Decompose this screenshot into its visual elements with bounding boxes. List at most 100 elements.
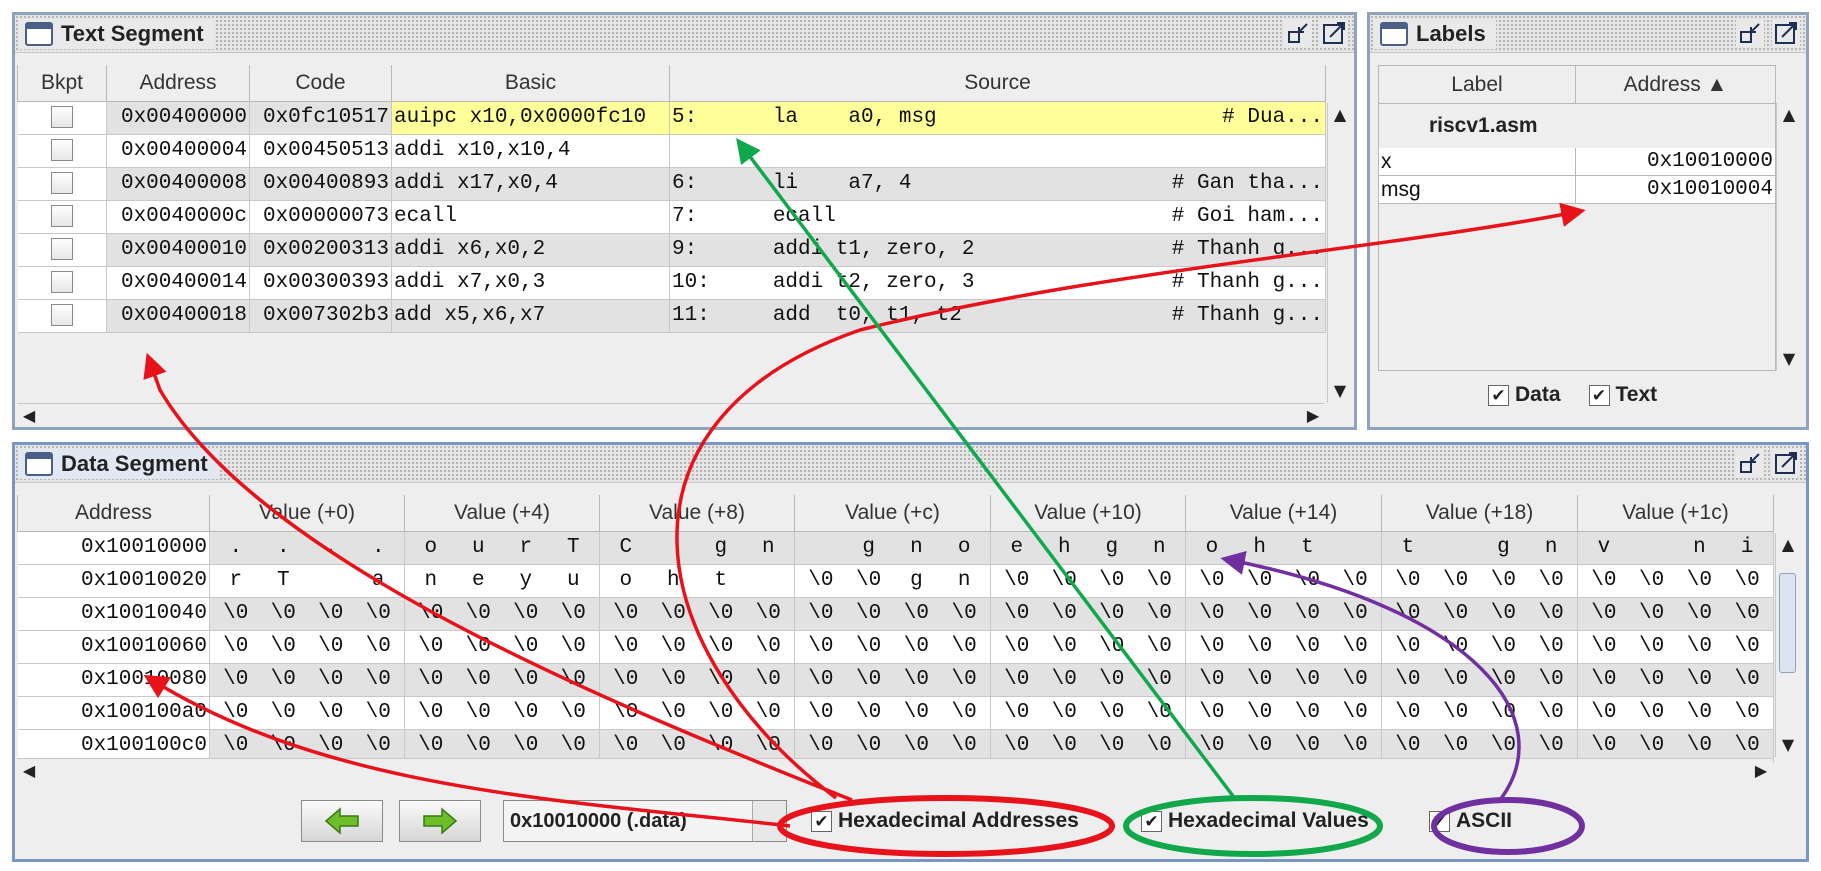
value-cell[interactable]: \0 \0 \0 \0 [794, 597, 991, 631]
table-row[interactable]: 0x00400008 0x00400893 addi x17,x0,4 6: li a… [17, 167, 1326, 201]
value-cell[interactable]: \0 \0 \0 \0 [1381, 630, 1578, 664]
value-cell[interactable]: \0 \0 \0 \0 [1185, 564, 1382, 598]
bkpt-cell[interactable] [17, 167, 107, 201]
value-cell[interactable]: \0 \0 g n [794, 564, 991, 598]
value-cell[interactable]: \0 \0 \0 \0 [1381, 663, 1578, 697]
bkpt-cell[interactable] [17, 299, 107, 333]
value-cell[interactable]: tgn [1381, 531, 1578, 565]
value-cell[interactable]: \0 \0 \0 \0 [990, 696, 1186, 730]
value-cell[interactable]: \0 \0 \0 \0 [1381, 564, 1578, 598]
data-segment-horizontal-scrollbar[interactable]: ◀ ▶ [17, 758, 1773, 782]
scroll-up-icon[interactable]: ▲ [1776, 533, 1800, 557]
value-cell[interactable]: neyu [404, 564, 600, 598]
bkpt-cell[interactable] [17, 266, 107, 300]
text-segment-vertical-scrollbar[interactable]: ▲ ▼ [1327, 103, 1351, 403]
table-row[interactable]: 0x100100a0 \0 \0 \0 \0 \0 \0 \0 \0 \0 \0 \0 \0 \0 \0 \0… [17, 696, 1774, 730]
value-cell[interactable]: vni [1577, 531, 1774, 565]
value-cell[interactable]: \0 \0 \0 \0 [209, 597, 405, 631]
value-cell[interactable]: \0 \0 \0 \0 [1185, 630, 1382, 664]
table-row[interactable]: 0x00400004 0x00450513 addi x10,x10,4 [17, 134, 1326, 168]
column-header-value[interactable]: Value (+10) [990, 495, 1186, 532]
value-cell[interactable]: .... [209, 531, 405, 565]
text-checkbox[interactable]: ✔ Text [1588, 383, 1657, 407]
column-header-value[interactable]: Value (+8) [599, 495, 795, 532]
scroll-left-icon[interactable]: ◀ [17, 759, 41, 783]
bkpt-cell[interactable] [17, 101, 107, 135]
data-segment-vertical-scrollbar[interactable]: ▲ ▼ [1775, 533, 1799, 757]
table-row[interactable]: 0x00400014 0x00300393 addi x7,x0,3 10: addi… [17, 266, 1326, 300]
value-cell[interactable]: \0 \0 \0 \0 [1381, 597, 1578, 631]
column-header-label-address[interactable]: Address ▲ [1576, 66, 1775, 103]
breakpoint-checkbox[interactable] [50, 204, 73, 227]
scroll-down-icon[interactable]: ▼ [1776, 733, 1800, 757]
value-cell[interactable]: Cg n [599, 531, 795, 565]
labels-vertical-scrollbar[interactable]: ▲ ▼ [1776, 103, 1800, 371]
column-header-address[interactable]: Address [106, 65, 250, 102]
value-cell[interactable]: ourT [404, 531, 600, 565]
value-cell[interactable]: \0 \0 \0 \0 [599, 696, 795, 730]
value-cell[interactable]: \0 \0 \0 \0 [209, 696, 405, 730]
minimize-icon[interactable] [1284, 19, 1312, 47]
label-row[interactable]: x 0x10010000 [1379, 148, 1775, 176]
column-header-bkpt[interactable]: Bkpt [17, 65, 107, 102]
bkpt-cell[interactable] [17, 200, 107, 234]
column-header-value[interactable]: Value (+1c) [1577, 495, 1774, 532]
value-cell[interactable]: \0 \0 \0 \0 [794, 663, 991, 697]
value-cell[interactable]: \0 \0 \0 \0 [990, 597, 1186, 631]
next-button[interactable] [399, 800, 481, 842]
scroll-thumb[interactable] [1779, 573, 1796, 673]
value-cell[interactable]: gno [794, 531, 991, 565]
breakpoint-checkbox[interactable] [50, 237, 73, 260]
table-row[interactable]: 0x10010080 \0 \0 \0 \0 \0 \0 \0 \0 \0 \0 \0 \0 \0 \0 \0… [17, 663, 1774, 697]
value-cell[interactable]: \0 \0 \0 \0 [1185, 696, 1382, 730]
value-cell[interactable]: \0 \0 \0 \0 [209, 630, 405, 664]
breakpoint-checkbox[interactable] [50, 105, 73, 128]
data-checkbox[interactable]: ✔ Data [1488, 383, 1561, 407]
value-cell[interactable]: \0 \0 \0 \0 [990, 630, 1186, 664]
text-segment-titlebar[interactable]: Text Segment [15, 15, 1354, 53]
table-row[interactable]: 0x10010060 \0 \0 \0 \0 \0 \0 \0 \0 \0 \0 \0 \0 \0 \0 \0… [17, 630, 1774, 664]
value-cell[interactable]: \0 \0 \0 \0 [599, 630, 795, 664]
value-cell[interactable]: \0 \0 \0 \0 [404, 630, 600, 664]
scroll-right-icon[interactable]: ▶ [1301, 404, 1325, 428]
hexadecimal-addresses-checkbox[interactable]: ✔ Hexadecimal Addresses [811, 809, 1079, 833]
table-row[interactable]: 0x0040000c 0x00000073 ecall 7: ecall # Goi h… [17, 200, 1326, 234]
breakpoint-checkbox[interactable] [50, 138, 73, 161]
maximize-icon[interactable] [1772, 449, 1800, 477]
table-row[interactable]: 0x10010020 r Ta n e y u o h t \0 \0 g n \0 \0 \0 \0 \0 \0 \0… [17, 564, 1774, 598]
table-row[interactable]: 0x00400018 0x007302b3 add x5,x6,x7 11: add … [17, 299, 1326, 333]
minimize-icon[interactable] [1736, 449, 1764, 477]
value-cell[interactable]: \0 \0 \0 \0 [404, 663, 600, 697]
scroll-right-icon[interactable]: ▶ [1749, 759, 1773, 783]
maximize-icon[interactable] [1320, 19, 1348, 47]
value-cell[interactable]: \0 \0 \0 \0 [1577, 564, 1774, 598]
text-segment-horizontal-scrollbar[interactable]: ◀ ▶ [17, 403, 1325, 427]
breakpoint-checkbox[interactable] [50, 303, 73, 326]
value-cell[interactable]: r Ta [209, 564, 405, 598]
breakpoint-checkbox[interactable] [50, 171, 73, 194]
scroll-up-icon[interactable]: ▲ [1777, 103, 1801, 127]
previous-button[interactable] [301, 800, 383, 842]
breakpoint-checkbox[interactable] [50, 270, 73, 293]
value-cell[interactable]: \0 \0 \0 \0 [1577, 663, 1774, 697]
column-header-value[interactable]: Value (+14) [1185, 495, 1382, 532]
data-segment-titlebar[interactable]: Data Segment [15, 445, 1806, 483]
column-header-value[interactable]: Value (+0) [209, 495, 405, 532]
table-row[interactable]: 0x00400000 0x0fc10517 auipc x10,0x0000fc10… [17, 101, 1326, 135]
column-header-data-address[interactable]: Address [17, 495, 210, 532]
value-cell[interactable]: \0 \0 \0 \0 [599, 663, 795, 697]
column-header-label[interactable]: Label [1379, 66, 1576, 103]
value-cell[interactable]: \0 \0 \0 \0 [1577, 630, 1774, 664]
column-header-basic[interactable]: Basic [391, 65, 670, 102]
scroll-left-icon[interactable]: ◀ [17, 404, 41, 428]
labels-file-name[interactable]: riscv1.asm [1379, 104, 1775, 148]
chevron-down-icon[interactable] [752, 801, 786, 841]
maximize-icon[interactable] [1772, 19, 1800, 47]
column-header-source[interactable]: Source [669, 65, 1326, 102]
value-cell[interactable]: \0 \0 \0 \0 [209, 663, 405, 697]
label-row[interactable]: msg 0x10010004 [1379, 176, 1775, 204]
minimize-icon[interactable] [1736, 19, 1764, 47]
scroll-down-icon[interactable]: ▼ [1777, 347, 1801, 371]
value-cell[interactable]: oht [599, 564, 795, 598]
value-cell[interactable]: \0 \0 \0 \0 [404, 597, 600, 631]
